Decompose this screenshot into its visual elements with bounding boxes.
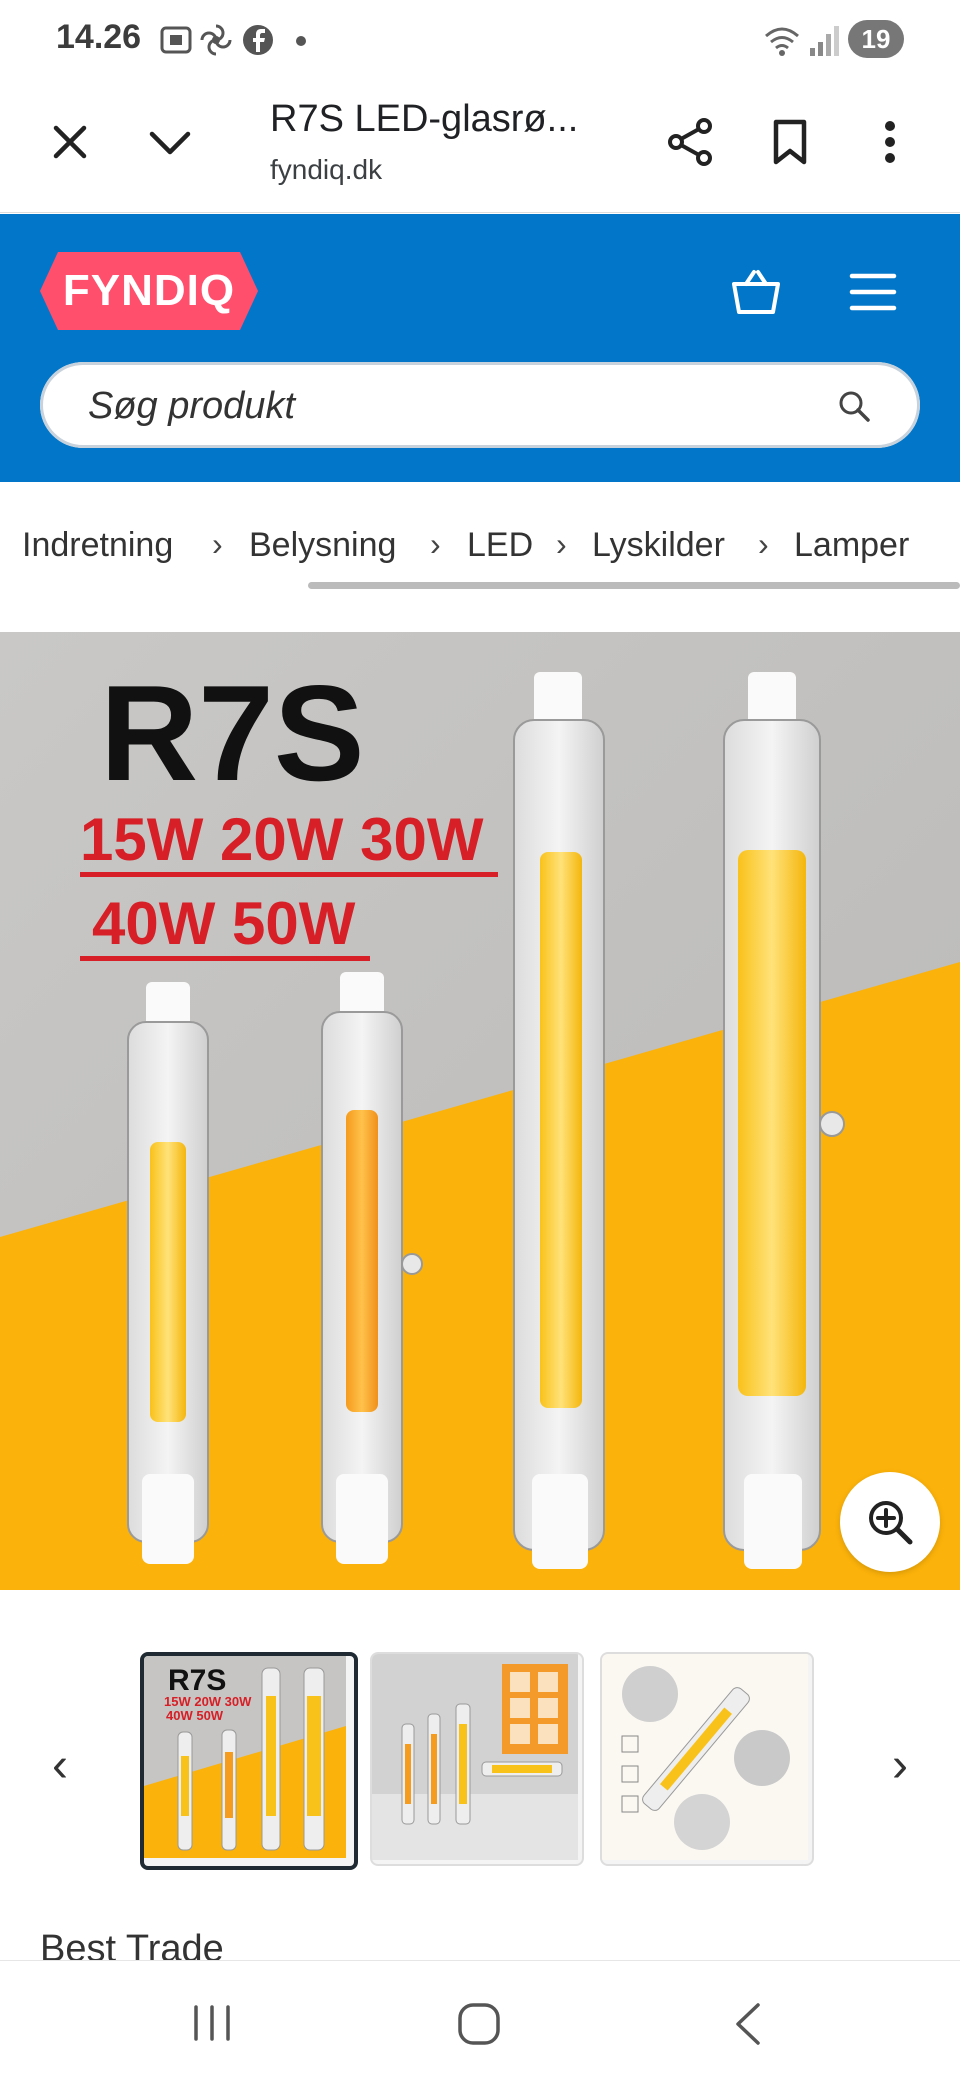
breadcrumb-item-led[interactable]: LED xyxy=(467,526,533,565)
thumbnail-1-sub2: 40W 50W xyxy=(166,1708,224,1723)
image-headline: R7S xyxy=(100,657,365,809)
breadcrumb-item-lyskilder[interactable]: Lyskilder xyxy=(592,526,725,565)
share-button[interactable] xyxy=(658,110,722,174)
more-vert-icon xyxy=(885,121,895,163)
more-options-button[interactable] xyxy=(858,110,922,174)
status-bar: 14.26 19 xyxy=(0,0,960,80)
breadcrumb-scrollbar[interactable] xyxy=(308,582,960,589)
breadcrumb-item-lamper[interactable]: Lamper xyxy=(794,526,909,565)
thumbnail-1-image: R7S 15W 20W 30W 40W 50W xyxy=(144,1656,346,1858)
site-header: FYNDIQ xyxy=(0,214,960,482)
bulb-15w xyxy=(127,982,209,1564)
thumbnail-1-sub1: 15W 20W 30W xyxy=(164,1694,252,1709)
bookmark-button[interactable] xyxy=(758,110,822,174)
product-image[interactable]: R7S 15W 20W 30W 40W 50W xyxy=(0,632,960,1590)
recent-apps-icon[interactable] xyxy=(188,2003,236,2043)
thumbnail-3[interactable] xyxy=(600,1652,814,1866)
thumbnail-1-label: R7S xyxy=(168,1664,226,1697)
product-photo: R7S 15W 20W 30W 40W 50W xyxy=(0,632,960,1590)
search-input[interactable] xyxy=(86,362,830,450)
image-wattages-line2: 40W 50W xyxy=(92,890,356,957)
zoom-button[interactable] xyxy=(840,1472,940,1572)
notification-dot xyxy=(296,36,306,46)
breadcrumb-separator: › xyxy=(758,526,769,562)
search-bar xyxy=(40,362,920,450)
system-nav-bar xyxy=(0,1960,960,2081)
breadcrumb-separator: › xyxy=(430,526,441,562)
facebook-icon xyxy=(243,25,273,55)
search-icon[interactable] xyxy=(836,388,872,424)
signal-icon xyxy=(810,26,839,56)
bookmark-icon xyxy=(773,119,807,165)
thumbnail-carousel: ‹ R7S 15W 20W 30W 40W 50W › xyxy=(0,1640,960,1880)
menu-button[interactable] xyxy=(848,268,898,316)
fan-icon xyxy=(200,24,232,56)
close-icon xyxy=(53,125,87,159)
breadcrumb-separator: › xyxy=(556,526,567,562)
minimize-button[interactable] xyxy=(138,110,202,174)
home-icon[interactable] xyxy=(456,2001,502,2047)
thumbnail-3-image xyxy=(602,1654,808,1860)
thumbnail-2[interactable] xyxy=(370,1652,584,1866)
status-time: 14.26 xyxy=(56,18,142,56)
hamburger-icon xyxy=(849,273,897,311)
breadcrumb-separator: › xyxy=(212,526,223,562)
screenshot-icon xyxy=(160,26,192,54)
page-url: fyndiq.dk xyxy=(270,154,383,185)
battery-badge: 19 xyxy=(848,20,904,58)
fyndiq-logo[interactable]: FYNDIQ xyxy=(40,252,258,330)
chevron-down-icon xyxy=(149,131,191,155)
cart-button[interactable] xyxy=(728,264,784,320)
breadcrumb-item-belysning[interactable]: Belysning xyxy=(249,526,396,565)
thumbnail-next-button[interactable]: › xyxy=(880,1738,920,1793)
close-tab-button[interactable] xyxy=(38,110,102,174)
zoom-in-icon xyxy=(869,1501,913,1545)
bulb-30w xyxy=(513,672,605,1569)
thumbnail-2-image xyxy=(372,1654,578,1860)
share-icon xyxy=(668,118,712,166)
thumbnail-prev-button[interactable]: ‹ xyxy=(40,1738,80,1793)
image-wattages-line1: 15W 20W 30W xyxy=(80,806,484,873)
basket-icon xyxy=(732,270,780,314)
breadcrumb-item-indretning[interactable]: Indretning xyxy=(22,526,173,565)
logo-text: FYNDIQ xyxy=(62,266,236,315)
page-title: R7S LED-glasrø... xyxy=(270,98,579,140)
thumbnail-1[interactable]: R7S 15W 20W 30W 40W 50W xyxy=(140,1652,358,1870)
browser-toolbar: R7S LED-glasrø... fyndiq.dk xyxy=(0,80,960,213)
back-icon[interactable] xyxy=(728,2001,768,2047)
wifi-icon xyxy=(765,27,799,56)
